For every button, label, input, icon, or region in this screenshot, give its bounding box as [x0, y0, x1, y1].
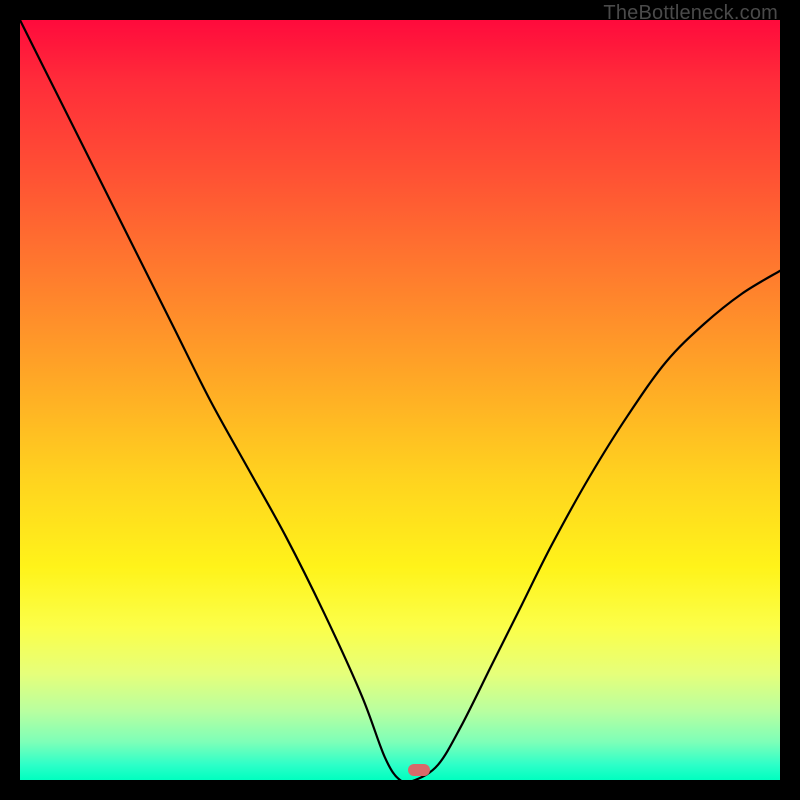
- plot-area: [20, 20, 780, 780]
- chart-frame: TheBottleneck.com: [0, 0, 800, 800]
- optimal-marker: [408, 764, 430, 776]
- watermark-text: TheBottleneck.com: [603, 2, 778, 25]
- bottleneck-curve: [20, 20, 780, 780]
- curve-svg: [20, 20, 780, 780]
